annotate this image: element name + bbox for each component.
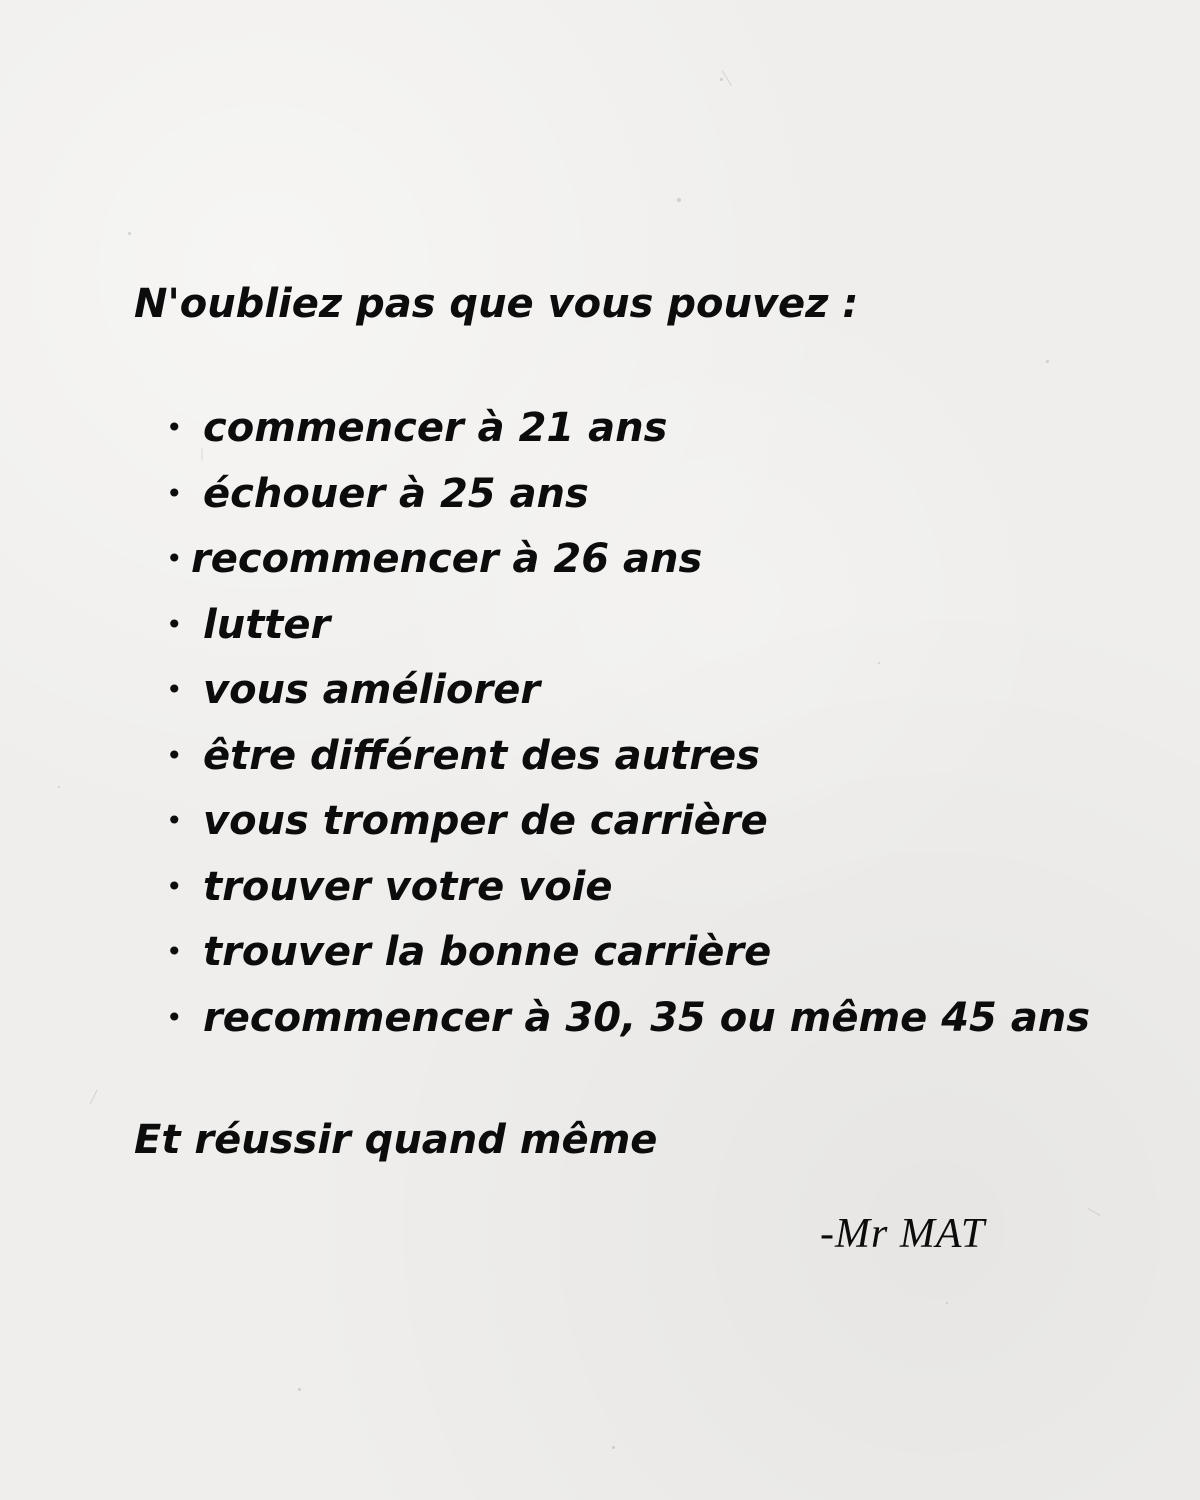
bullet-icon: • <box>166 607 183 641</box>
bullet-icon: • <box>166 738 183 772</box>
list-item: • commencer à 21 ans <box>166 402 1090 468</box>
paper-fiber <box>721 70 732 87</box>
paper-speck <box>128 232 131 235</box>
bullet-icon: • <box>166 869 183 903</box>
bullet-icon: • <box>166 411 183 444</box>
paper-speck <box>677 198 681 202</box>
bullet-icon: • <box>166 476 183 510</box>
list-item-text: vous améliorer <box>203 667 541 713</box>
bullet-icon: • <box>166 1000 183 1034</box>
bullet-icon: • <box>166 542 183 575</box>
list-item-text: trouver la bonne carrière <box>203 929 772 975</box>
closing-line: Et réussir quand même <box>134 1117 658 1163</box>
list-item-text: recommencer à 30, 35 ou même 45 ans <box>203 994 1091 1041</box>
list-item: • trouver la bonne carrière <box>166 926 1090 992</box>
paper-fiber <box>89 1089 98 1105</box>
paper-speck <box>720 78 723 81</box>
paper-speck <box>1046 360 1049 363</box>
paper-fiber <box>1087 1208 1101 1216</box>
list-item-text: lutter <box>203 601 331 648</box>
list-item: • vous tromper de carrière <box>166 795 1090 861</box>
list-item: • recommencer à 30, 35 ou même 45 ans <box>166 992 1090 1058</box>
paper-speck <box>298 1388 301 1391</box>
list-item: • être différent des autres <box>166 730 1090 796</box>
paper-speck <box>58 786 60 788</box>
list-item-text: vous tromper de carrière <box>203 798 768 844</box>
list-item: • recommencer à 26 ans <box>166 533 1090 599</box>
list-item-text: trouver votre voie <box>203 863 613 910</box>
list-item-text: recommencer à 26 ans <box>191 536 703 582</box>
bullet-icon: • <box>166 804 183 837</box>
paper-speck <box>612 1446 615 1449</box>
paper-speck <box>946 1302 948 1304</box>
bullet-icon: • <box>166 935 183 968</box>
heading: N'oubliez pas que vous pouvez : <box>134 281 859 327</box>
list-item: • lutter <box>166 599 1090 665</box>
list-item: • trouver votre voie <box>166 861 1090 927</box>
list-item: • vous améliorer <box>166 664 1090 730</box>
bullet-list: • commencer à 21 ans • échouer à 25 ans • r… <box>166 402 1090 1057</box>
bullet-icon: • <box>166 673 183 706</box>
signature: -Mr MAT <box>820 1211 986 1257</box>
list-item: • échouer à 25 ans <box>166 468 1090 534</box>
list-item-text: commencer à 21 ans <box>203 405 668 451</box>
list-item-text: être différent des autres <box>203 732 760 779</box>
list-item-text: échouer à 25 ans <box>203 470 589 517</box>
